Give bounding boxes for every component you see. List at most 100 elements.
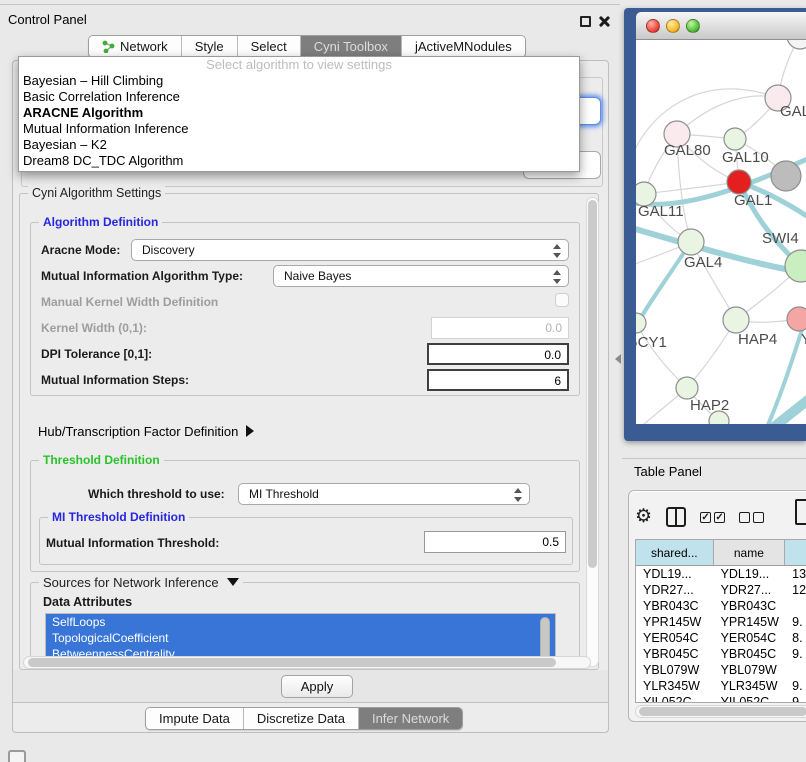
column-header[interactable] xyxy=(785,540,806,565)
table-row[interactable]: YPR145WYPR145W9. xyxy=(636,614,806,630)
expander-expanded-icon xyxy=(227,578,239,586)
node-label: GAL4 xyxy=(684,254,722,271)
network-node-gal4[interactable] xyxy=(678,229,704,255)
mi-type-combobox[interactable]: Naive Bayes xyxy=(273,265,569,287)
tab-infer-network[interactable]: Infer Network xyxy=(359,708,462,729)
mi-threshold-field[interactable]: 0.5 xyxy=(424,531,566,553)
table-cell: YIL052C xyxy=(714,694,786,703)
float-window-icon[interactable] xyxy=(580,16,591,27)
node-label: HAP4 xyxy=(738,331,777,348)
which-threshold-label: Which threshold to use: xyxy=(88,487,225,501)
network-node[interactable] xyxy=(787,40,806,49)
aracne-mode-combobox[interactable]: Discovery xyxy=(131,239,569,261)
kernel-width-field[interactable]: 0.0 xyxy=(431,317,569,339)
table-hscrollbar-thumb[interactable] xyxy=(639,707,806,716)
close-icon[interactable] xyxy=(598,15,611,28)
network-node-gal10[interactable] xyxy=(724,128,746,150)
columns-icon[interactable] xyxy=(666,507,686,527)
deselect-all-icon[interactable] xyxy=(739,512,764,523)
network-node-hap2[interactable] xyxy=(676,377,698,399)
tab-select[interactable]: Select xyxy=(238,36,301,57)
table-row[interactable]: YBR045CYBR045C9. xyxy=(636,646,806,662)
mi-threshold-legend: MI Threshold Definition xyxy=(48,510,189,524)
dropdown-item[interactable]: Basic Correlation Inference xyxy=(19,89,579,105)
network-node-hap4[interactable] xyxy=(723,307,749,333)
sources-legend[interactable]: Sources for Network Inference xyxy=(39,575,243,590)
dropdown-item[interactable]: Bayesian – Hill Climbing xyxy=(19,73,579,89)
table-row[interactable]: YDR27...YDR27...12 xyxy=(636,582,806,598)
dropdown-item[interactable]: ARACNE Algorithm xyxy=(19,105,579,121)
network-node-gal1[interactable] xyxy=(727,170,751,194)
table-panel-window: ⚙ ✓ ✓ shared...name YDL19...YDL19...13YD… xyxy=(628,490,806,722)
collapsed-panel-icon[interactable] xyxy=(8,750,26,762)
column-header[interactable]: name xyxy=(714,540,786,565)
network-node-gcy1[interactable] xyxy=(636,313,646,333)
column-header[interactable]: shared... xyxy=(636,540,714,565)
dropdown-item[interactable]: Bayesian – K2 xyxy=(19,137,579,153)
minimize-traffic-icon[interactable] xyxy=(666,19,680,33)
table-header-row: shared...name xyxy=(636,540,806,566)
node-table[interactable]: shared...name YDL19...YDL19...13YDR27...… xyxy=(635,539,806,703)
table-cell: 12 xyxy=(785,582,806,598)
dropdown-item[interactable]: Mutual Information Inference xyxy=(19,121,579,137)
table-row[interactable]: YLR345WYLR345W9. xyxy=(636,678,806,694)
node-label: GAL80 xyxy=(664,142,711,159)
close-traffic-icon[interactable] xyxy=(646,19,660,33)
new-file-icon[interactable] xyxy=(795,499,806,525)
node-label: Y xyxy=(801,331,806,348)
attribute-list-item[interactable]: TopologicalCoefficient xyxy=(46,630,555,646)
algorithm-definition-legend: Algorithm Definition xyxy=(39,215,162,229)
tab-discretize-data[interactable]: Discretize Data xyxy=(244,708,359,729)
table-cell: 9. xyxy=(785,678,806,694)
table-horizontal-scrollbar[interactable] xyxy=(635,705,806,718)
algorithm-definition-group: Algorithm Definition Aracne Mode: Discov… xyxy=(30,222,580,396)
network-node-y[interactable] xyxy=(787,307,806,331)
settings-scrollbar-thumb[interactable] xyxy=(588,200,597,568)
network-graph[interactable]: GALGAL80GAL10GAL1GAL11GAL4SWI4GCY1HAP4YH… xyxy=(636,40,806,424)
attribute-list-item[interactable]: SelfLoops xyxy=(46,614,555,630)
node-label: GAL1 xyxy=(734,192,772,209)
network-node[interactable] xyxy=(771,161,801,191)
stepper-arrows-icon[interactable] xyxy=(513,487,522,503)
select-all-icon[interactable]: ✓ ✓ xyxy=(700,512,725,523)
table-cell: YER054C xyxy=(714,630,786,646)
network-canvas[interactable]: GALGAL80GAL10GAL1GAL11GAL4SWI4GCY1HAP4YH… xyxy=(636,40,806,424)
cyni-bottom-tabbar: Impute DataDiscretize DataInfer Network xyxy=(145,707,463,730)
node-label: GCY1 xyxy=(636,334,667,351)
table-row[interactable]: YBR043CYBR043C xyxy=(636,598,806,614)
which-threshold-value: MI Threshold xyxy=(249,487,319,501)
table-row[interactable]: YER054CYER054C8. xyxy=(636,630,806,646)
apply-button[interactable]: Apply xyxy=(281,675,353,698)
hub-definition-label: Hub/Transcription Factor Definition xyxy=(38,424,238,439)
dpi-tolerance-field[interactable]: 0.0 xyxy=(427,343,569,365)
settings-horizontal-scrollbar[interactable] xyxy=(23,656,591,669)
mi-type-label: Mutual Information Algorithm Type: xyxy=(41,269,243,283)
table-row[interactable]: YIL052CYIL052C9 xyxy=(636,694,806,703)
node-label: GAL10 xyxy=(722,149,769,166)
tab-impute-data[interactable]: Impute Data xyxy=(146,708,244,729)
network-edge[interactable] xyxy=(677,96,778,134)
network-edge[interactable] xyxy=(636,323,687,388)
table-row[interactable]: YBL079WYBL079W xyxy=(636,662,806,678)
dropdown-item[interactable]: Dream8 DC_TDC Algorithm xyxy=(19,153,579,169)
tab-jactivemnodules[interactable]: jActiveMNodules xyxy=(402,36,525,57)
mi-steps-field[interactable]: 6 xyxy=(427,369,569,391)
network-window-titlebar[interactable] xyxy=(636,12,806,40)
table-row[interactable]: YDL19...YDL19...13 xyxy=(636,566,806,582)
tab-network[interactable]: Network xyxy=(89,36,182,57)
which-threshold-combobox[interactable]: MI Threshold xyxy=(238,483,530,505)
settings-vertical-scrollbar[interactable] xyxy=(586,197,599,667)
stepper-arrows-icon[interactable] xyxy=(552,269,561,285)
tab-cyni-toolbox[interactable]: Cyni Toolbox xyxy=(301,36,402,57)
panel-splitter-arrow-icon[interactable] xyxy=(615,354,621,364)
tab-style[interactable]: Style xyxy=(182,36,238,57)
hub-definition-expander[interactable]: Hub/Transcription Factor Definition xyxy=(38,424,254,439)
stepper-arrows-icon[interactable] xyxy=(552,243,561,259)
manual-kernel-checkbox[interactable] xyxy=(555,293,569,307)
zoom-traffic-icon[interactable] xyxy=(686,19,700,33)
network-edge-highlighted[interactable] xyxy=(760,392,806,424)
algorithm-dropdown-popup: Select algorithm to view settings Bayesi… xyxy=(18,56,580,172)
table-cell xyxy=(785,598,806,614)
settings-hscrollbar-thumb[interactable] xyxy=(28,658,556,667)
gear-icon[interactable]: ⚙ xyxy=(635,507,652,527)
